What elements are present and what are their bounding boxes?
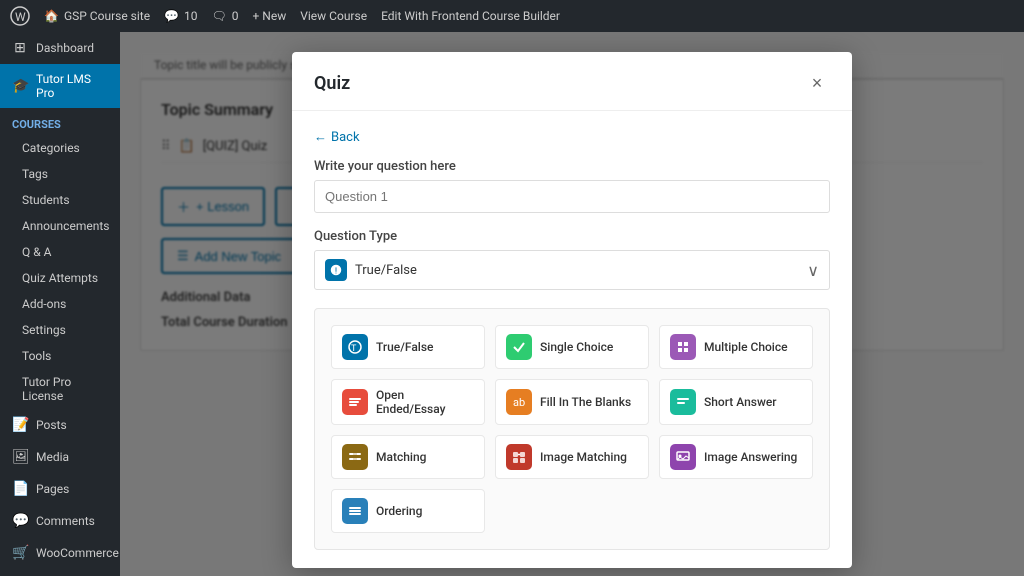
selected-type-text: True/False [355, 263, 807, 278]
modal-header: Quiz × [292, 52, 852, 111]
svg-text:W: W [15, 10, 26, 24]
qt-option-matching[interactable]: Matching [331, 435, 485, 479]
oe-label: Open Ended/Essay [376, 388, 474, 416]
site-name-link[interactable]: 🏠 GSP Course site [44, 9, 150, 23]
pages-icon: 📄 [12, 481, 28, 497]
sidebar-item-tutor[interactable]: 🎓 Tutor LMS Pro [0, 64, 120, 108]
new-button[interactable]: + New [253, 9, 287, 23]
select-dropdown-icon: ∨ [807, 261, 819, 280]
comments-icon: 💬 [12, 513, 28, 529]
sidebar-item-products[interactable]: 📦 Products [0, 569, 120, 576]
comments-link[interactable]: 💬 10 [164, 9, 197, 23]
qt-option-fill-blanks[interactable]: ab Fill In The Blanks [495, 379, 649, 425]
tf-label: True/False [376, 340, 433, 354]
im-badge [506, 444, 532, 470]
selected-type-badge [325, 259, 347, 281]
fb-label: Fill In The Blanks [540, 395, 631, 409]
or-label: Ordering [376, 504, 422, 518]
sidebar-item-categories[interactable]: Categories [0, 135, 120, 161]
media-icon: 🖼 [12, 449, 28, 465]
or-badge [342, 498, 368, 524]
dashboard-icon: ⊞ [12, 40, 28, 56]
ia-label: Image Answering [704, 450, 797, 464]
sidebar-item-dashboard[interactable]: ⊞ Dashboard [0, 32, 120, 64]
admin-bar: W 🏠 GSP Course site 💬 10 🗨 0 + New View … [0, 0, 1024, 32]
back-arrow-icon: ← [314, 129, 327, 145]
sa-badge [670, 389, 696, 415]
qt-option-multiple-choice[interactable]: Multiple Choice [659, 325, 813, 369]
im-label: Image Matching [540, 450, 627, 464]
qt-option-short-answer[interactable]: Short Answer [659, 379, 813, 425]
sidebar: ⊞ Dashboard 🎓 Tutor LMS Pro Courses Cate… [0, 32, 120, 576]
sidebar-item-tags[interactable]: Tags [0, 161, 120, 187]
sidebar-item-students[interactable]: Students [0, 187, 120, 213]
ia-badge [670, 444, 696, 470]
modal-close-button[interactable]: × [804, 70, 830, 96]
modal-body: ← Back Write your question here Question… [292, 111, 852, 568]
ma-label: Matching [376, 450, 426, 464]
sidebar-item-quiz-attempts[interactable]: Quiz Attempts [0, 265, 120, 291]
mc-label: Multiple Choice [704, 340, 788, 354]
sidebar-item-announcements[interactable]: Announcements [0, 213, 120, 239]
quiz-modal: Quiz × ← Back Write your question here Q… [292, 52, 852, 568]
ma-badge [342, 444, 368, 470]
woo-icon: 🛒 [12, 545, 28, 561]
sidebar-item-tutor-license[interactable]: Tutor Pro License [0, 369, 120, 409]
tutor-icon: 🎓 [12, 78, 28, 94]
posts-icon: 📝 [12, 417, 28, 433]
question-input[interactable] [314, 180, 830, 213]
edit-with-builder-link[interactable]: Edit With Frontend Course Builder [381, 9, 560, 23]
home-icon: 🏠 [44, 9, 59, 23]
comment-icon: 💬 [164, 9, 179, 23]
sidebar-item-tools[interactable]: Tools [0, 343, 120, 369]
back-link[interactable]: ← Back [314, 129, 830, 145]
view-course-link[interactable]: View Course [300, 9, 367, 23]
tf-badge: T [342, 334, 368, 360]
new-comment-link[interactable]: 🗨 0 [212, 9, 239, 23]
sidebar-item-settings[interactable]: Settings [0, 317, 120, 343]
qt-option-image-matching[interactable]: Image Matching [495, 435, 649, 479]
sidebar-item-addons[interactable]: Add-ons [0, 291, 120, 317]
mc-badge [670, 334, 696, 360]
question-type-label: Question Type [314, 229, 830, 244]
qt-option-true-false[interactable]: T True/False [331, 325, 485, 369]
question-type-select[interactable]: True/False ∨ [314, 250, 830, 290]
wp-logo[interactable]: W [10, 6, 30, 26]
sidebar-item-woo[interactable]: 🛒 WooCommerce [0, 537, 120, 569]
main-content: Topic title will be publicly show where … [120, 32, 1024, 576]
qt-option-image-answering[interactable]: Image Answering [659, 435, 813, 479]
oe-badge [342, 389, 368, 415]
sidebar-item-qa[interactable]: Q & A [0, 239, 120, 265]
qt-option-ordering[interactable]: Ordering [331, 489, 485, 533]
svg-text:ab: ab [513, 396, 525, 409]
new-icon: 🗨 [212, 9, 227, 23]
courses-section-label: Courses [0, 108, 120, 135]
modal-title: Quiz [314, 73, 350, 94]
qt-option-open-ended[interactable]: Open Ended/Essay [331, 379, 485, 425]
modal-overlay: Quiz × ← Back Write your question here Q… [120, 32, 1024, 576]
question-field-label: Write your question here [314, 159, 830, 174]
svg-text:T: T [351, 344, 357, 354]
qt-option-single-choice[interactable]: Single Choice [495, 325, 649, 369]
sidebar-item-comments[interactable]: 💬 Comments [0, 505, 120, 537]
sidebar-item-pages[interactable]: 📄 Pages [0, 473, 120, 505]
sc-label: Single Choice [540, 340, 613, 354]
fb-badge: ab [506, 389, 532, 415]
sc-badge [506, 334, 532, 360]
sidebar-item-posts[interactable]: 📝 Posts [0, 409, 120, 441]
question-types-grid: T True/False Single Choice [314, 308, 830, 550]
sa-label: Short Answer [704, 395, 777, 409]
sidebar-item-media[interactable]: 🖼 Media [0, 441, 120, 473]
